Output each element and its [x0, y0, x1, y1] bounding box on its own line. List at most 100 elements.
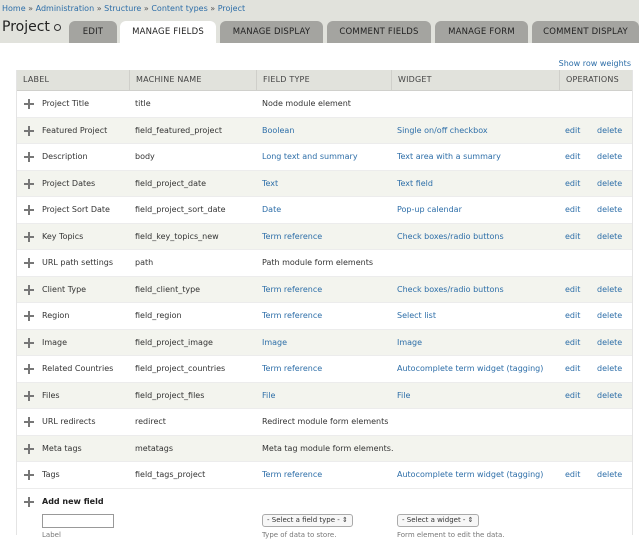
table-row: Files field_project_files File File edit dele… — [17, 382, 632, 409]
widget[interactable]: Autocomplete term widget (tagging) — [397, 462, 543, 488]
delete-link[interactable]: delete — [597, 383, 622, 409]
field-type[interactable]: Term reference — [262, 277, 322, 303]
machine-name: field_project_files — [135, 390, 205, 400]
drag-handle-icon[interactable] — [24, 496, 34, 507]
column-header-field-type: FIELD TYPE — [256, 70, 391, 90]
field-label: Related Countries — [42, 364, 114, 373]
edit-link[interactable]: edit — [565, 462, 580, 488]
field-type[interactable]: Term reference — [262, 303, 322, 329]
breadcrumb-project[interactable]: Project — [218, 4, 245, 13]
widget[interactable]: Select list — [397, 303, 436, 329]
field-label: Project Dates — [42, 178, 96, 188]
delete-link[interactable]: delete — [597, 197, 622, 223]
field-type[interactable]: Term reference — [262, 462, 322, 488]
field-type-help-text: Type of data to store. — [262, 530, 337, 539]
column-header-machine-name: MACHINE NAME — [129, 70, 256, 90]
delete-link[interactable]: delete — [597, 224, 622, 250]
machine-name: redirect — [135, 417, 166, 426]
tab-manage-form[interactable]: MANAGE FORM — [435, 21, 528, 43]
edit-link[interactable]: edit — [565, 224, 580, 250]
widget[interactable]: Text field — [397, 171, 433, 197]
table-row: Featured Project field_featured_project Bo… — [17, 117, 632, 144]
field-type[interactable]: Text — [262, 171, 278, 197]
drag-handle-icon[interactable] — [24, 205, 34, 215]
new-field-label-input[interactable] — [42, 513, 114, 528]
delete-link[interactable]: delete — [597, 356, 622, 382]
widget[interactable]: Text area with a summary — [397, 144, 501, 170]
widget[interactable]: Autocomplete term widget (tagging) — [397, 356, 543, 382]
edit-link[interactable]: edit — [565, 356, 580, 382]
edit-link[interactable]: edit — [565, 197, 580, 223]
edit-link[interactable]: edit — [565, 277, 580, 303]
delete-link[interactable]: delete — [597, 330, 622, 356]
widget[interactable]: Pop-up calendar — [397, 197, 462, 223]
edit-link[interactable]: edit — [565, 330, 580, 356]
widget-select[interactable]: - Select a widget - ⇕ — [397, 513, 479, 527]
machine-name: field_project_date — [135, 178, 207, 188]
field-type-select[interactable]: - Select a field type - ⇕ — [262, 513, 353, 527]
widget[interactable]: Check boxes/radio buttons — [397, 224, 504, 250]
field-type[interactable]: Term reference — [262, 356, 322, 382]
drag-handle-icon[interactable] — [24, 178, 34, 189]
tab-comment-fields[interactable]: COMMENT FIELDS — [327, 21, 431, 43]
widget[interactable]: Image — [397, 330, 422, 356]
tab-manage-fields[interactable]: MANAGE FIELDS — [120, 21, 216, 44]
breadcrumb-home[interactable]: Home — [2, 4, 26, 13]
delete-link[interactable]: delete — [597, 118, 622, 144]
widget[interactable]: File — [397, 383, 410, 409]
tab-comment-display[interactable]: COMMENT DISPLAY — [532, 21, 639, 43]
edit-link[interactable]: edit — [565, 144, 580, 170]
delete-link[interactable]: delete — [597, 144, 622, 170]
delete-link[interactable]: delete — [597, 462, 622, 488]
table-row: Meta tags metatags Meta tag module form el… — [17, 435, 632, 462]
tab-manage-display[interactable]: MANAGE DISPLAY — [220, 21, 323, 43]
field-type[interactable]: Boolean — [262, 118, 294, 144]
drag-handle-icon[interactable] — [24, 152, 34, 162]
field-type[interactable]: Date — [262, 197, 281, 223]
drag-handle-icon[interactable] — [24, 284, 34, 295]
table-row: Description body Long text and summary Text… — [17, 144, 632, 171]
widget[interactable]: Check boxes/radio buttons — [397, 277, 504, 303]
delete-link[interactable]: delete — [597, 171, 622, 197]
drag-handle-icon[interactable] — [24, 417, 34, 427]
edit-link[interactable]: edit — [565, 383, 580, 409]
edit-link[interactable]: edit — [565, 118, 580, 144]
column-header-widget: WIDGET — [391, 70, 559, 90]
drag-handle-icon[interactable] — [24, 311, 34, 321]
field-label: URL redirects — [42, 417, 96, 426]
machine-name: field_tags_project — [135, 470, 206, 479]
machine-name: field_client_type — [135, 284, 201, 294]
drag-handle-icon[interactable] — [24, 231, 34, 242]
field-type[interactable]: Term reference — [262, 224, 322, 250]
delete-link[interactable]: delete — [597, 303, 622, 329]
field-label: Meta tags — [42, 443, 82, 453]
field-label: Description — [42, 152, 88, 161]
tab-edit[interactable]: EDIT — [69, 21, 117, 43]
table-row: Project Dates field_project_date Text Text … — [17, 170, 632, 197]
delete-link[interactable]: delete — [597, 277, 622, 303]
edit-link[interactable]: edit — [565, 303, 580, 329]
breadcrumb-administration[interactable]: Administration — [36, 4, 95, 13]
field-type[interactable]: File — [262, 383, 275, 409]
column-header-operations: OPERATIONS — [559, 70, 632, 90]
show-row-weights-link[interactable]: Show row weights — [559, 59, 631, 68]
machine-name: field_project_countries — [135, 364, 226, 373]
drag-handle-icon[interactable] — [24, 99, 34, 109]
breadcrumb-content-types[interactable]: Content types — [151, 4, 207, 13]
field-type[interactable]: Long text and summary — [262, 144, 358, 170]
drag-handle-icon[interactable] — [24, 337, 34, 348]
drag-handle-icon[interactable] — [24, 125, 34, 136]
config-icon[interactable] — [54, 24, 61, 31]
drag-handle-icon[interactable] — [24, 443, 34, 454]
field-label: Project Sort Date — [42, 205, 110, 214]
table-row: Project Title title Node module element — [17, 91, 632, 118]
breadcrumb-structure[interactable]: Structure — [104, 4, 141, 13]
drag-handle-icon[interactable] — [24, 258, 34, 268]
field-type[interactable]: Image — [262, 330, 287, 356]
drag-handle-icon[interactable] — [24, 364, 34, 374]
widget[interactable]: Single on/off checkbox — [397, 118, 488, 144]
table-row: Client Type field_client_type Term referen… — [17, 276, 632, 303]
drag-handle-icon[interactable] — [24, 470, 34, 480]
drag-handle-icon[interactable] — [24, 390, 34, 401]
edit-link[interactable]: edit — [565, 171, 580, 197]
